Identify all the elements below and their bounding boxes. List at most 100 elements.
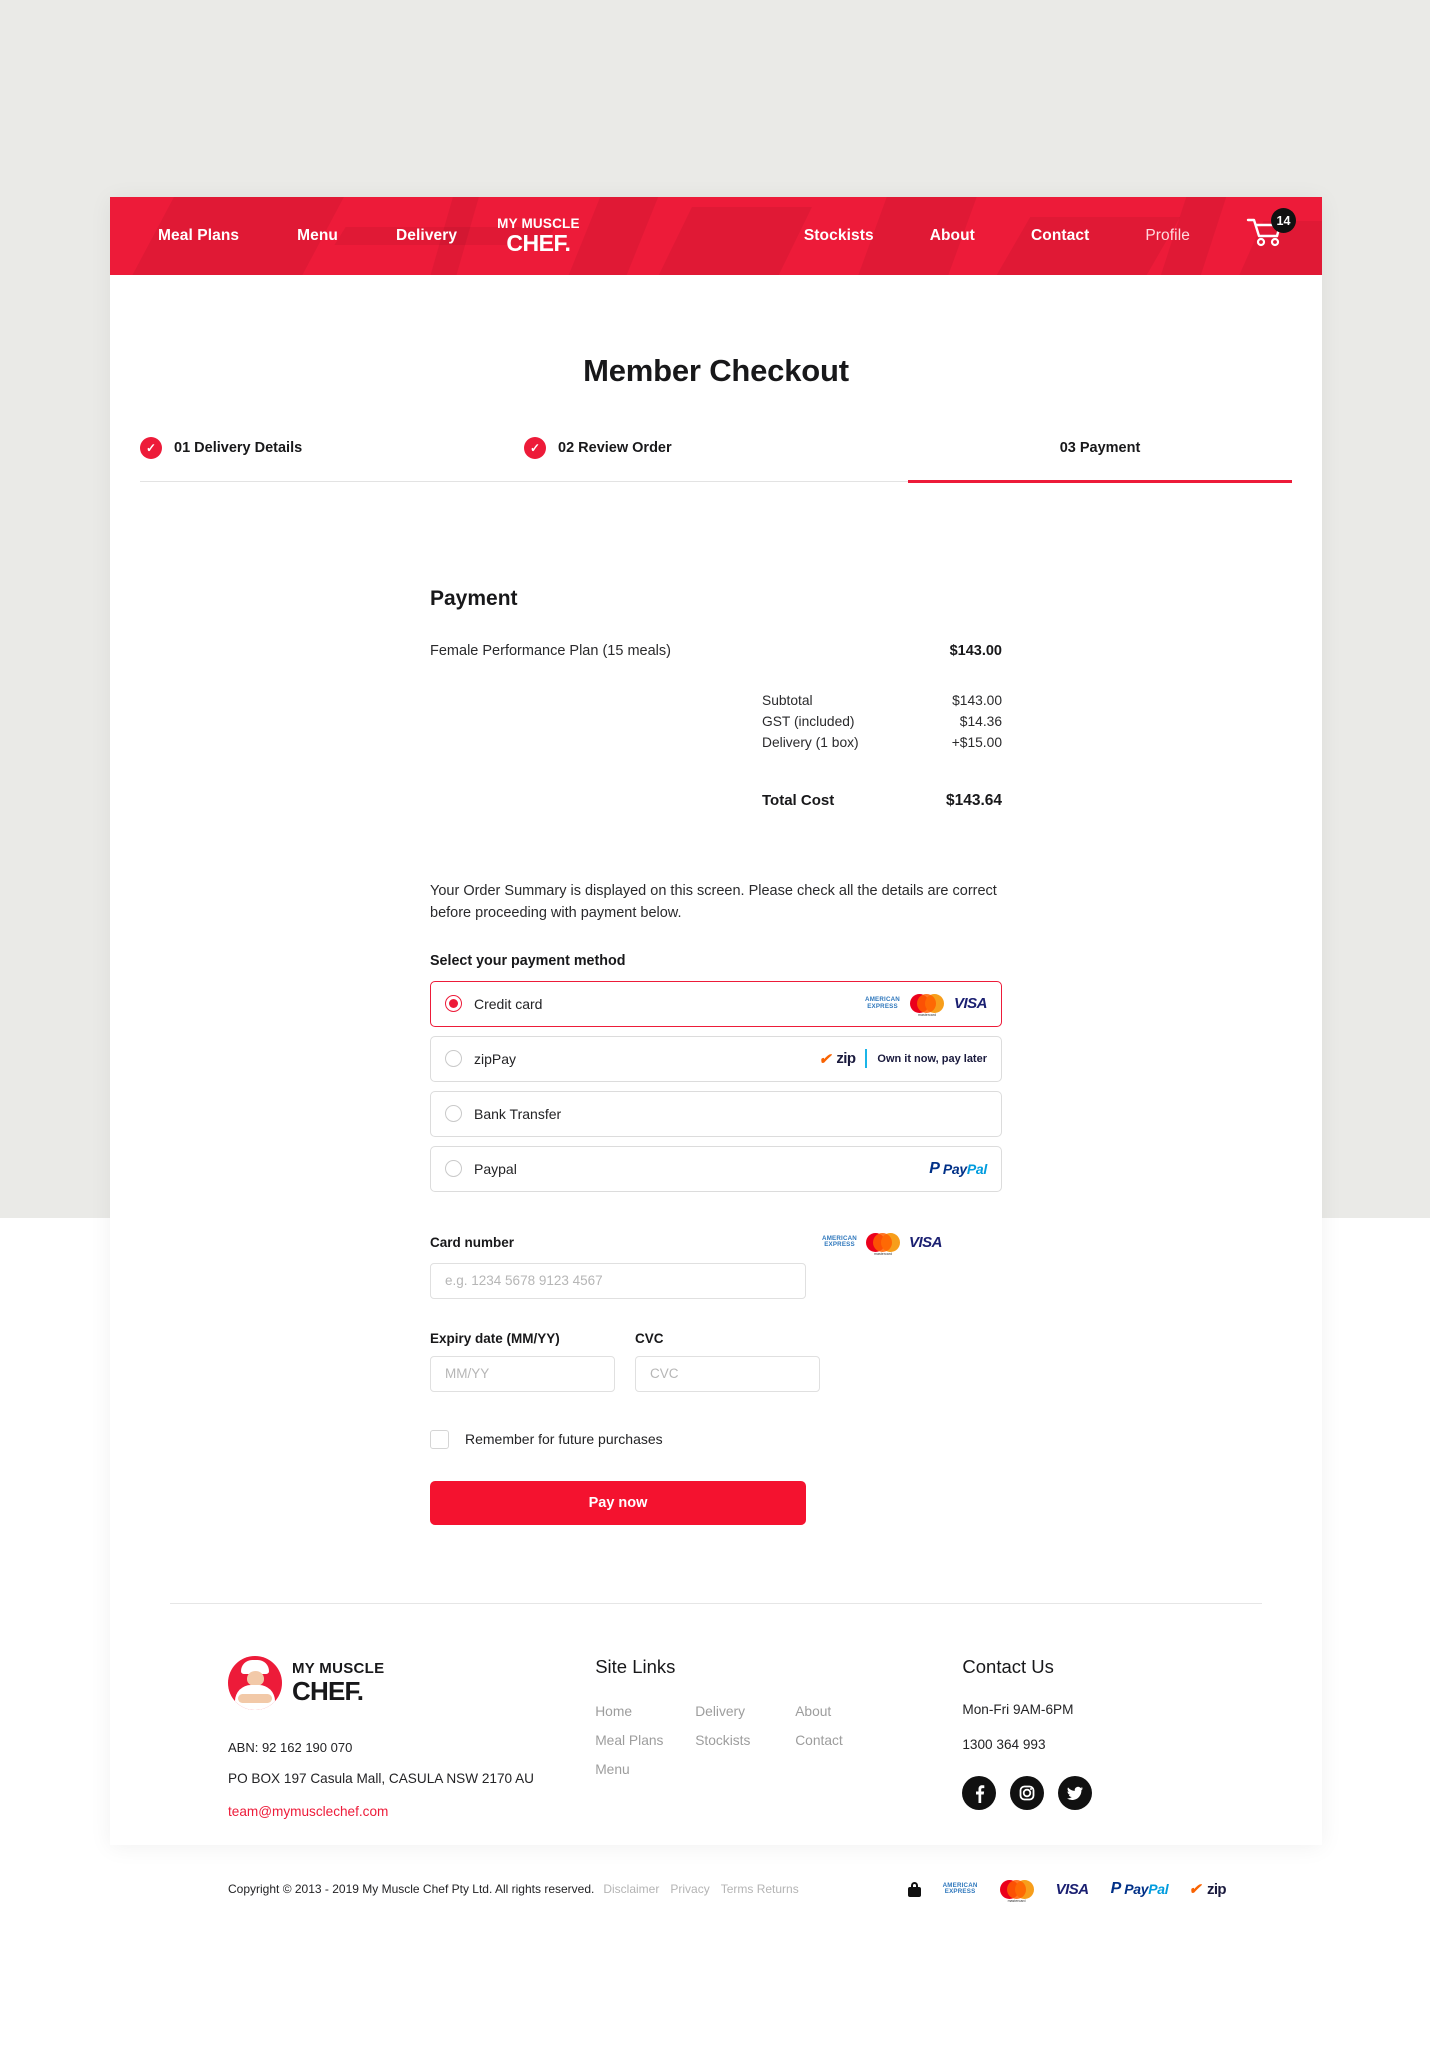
step-review-order[interactable]: ✓ 02 Review Order (524, 437, 908, 481)
totals-label: Delivery (1 box) (762, 735, 859, 750)
footer-address: PO BOX 197 Casula Mall, CASULA NSW 2170 … (228, 1770, 534, 1786)
totals-label: GST (included) (762, 714, 855, 729)
step-complete-icon: ✓ (140, 437, 162, 459)
method-logos: AMERICAN EXPRESS mastercard VISA (865, 993, 988, 1017)
grand-total-row: Total Cost $143.64 (762, 792, 1002, 810)
step-label: 01 Delivery Details (174, 440, 303, 456)
footer-brand-column: MY MUSCLE CHEF. ABN: 92 162 190 070 PO B… (228, 1655, 595, 1821)
mastercard-icon: mastercard (909, 993, 944, 1017)
instagram-icon[interactable] (1010, 1775, 1045, 1810)
card-brand-logos: AMERICAN EXPRESS mastercard VISA (822, 1232, 943, 1256)
zip-tagline: Own it now, pay later (877, 1052, 987, 1065)
twitter-icon[interactable] (1058, 1775, 1093, 1810)
legal-link-terms-returns[interactable]: Terms Returns (721, 1882, 799, 1896)
method-label: Credit card (474, 995, 543, 1012)
totals-row-gst: GST (included) $14.36 (762, 714, 1002, 729)
social-links (962, 1775, 1226, 1810)
footer-site-links-column: Site Links Home Delivery About Meal Plan… (595, 1656, 962, 1821)
step-delivery-details[interactable]: ✓ 01 Delivery Details (140, 437, 524, 481)
footer-email-link[interactable]: team@mymusclechef.com (228, 1804, 388, 1819)
site-footer: MY MUSCLE CHEF. ABN: 92 162 190 070 PO B… (110, 1604, 1322, 1821)
remember-label: Remember for future purchases (465, 1431, 663, 1448)
cart-count-badge: 14 (1271, 208, 1296, 233)
visa-icon: VISA (953, 995, 988, 1013)
paypal-icon: P PayPal (929, 1159, 987, 1177)
footer-logo-line-1: MY MUSCLE (292, 1660, 385, 1678)
site-links-grid: Home Delivery About Meal Plans Stockists… (595, 1704, 962, 1777)
expiry-input[interactable]: MM/YY (430, 1355, 615, 1392)
footer-link-menu[interactable]: Menu (595, 1762, 695, 1777)
grand-total-label: Total Cost (762, 792, 835, 809)
cvc-input[interactable]: CVC (635, 1355, 820, 1392)
step-payment[interactable]: 03 Payment (908, 437, 1292, 483)
footer-logo-line-2: CHEF. (292, 1676, 364, 1707)
chef-mascot-icon (228, 1655, 282, 1710)
paypal-icon: P PayPal (1110, 1880, 1169, 1898)
legal-link-privacy[interactable]: Privacy (670, 1882, 709, 1896)
totals-row-subtotal: Subtotal $143.00 (762, 693, 1002, 708)
payment-method-bank-transfer[interactable]: Bank Transfer (430, 1090, 1002, 1137)
order-totals: Subtotal $143.00 GST (included) $14.36 D… (762, 693, 1002, 810)
radio-bank-transfer[interactable] (445, 1105, 462, 1123)
cart-button[interactable]: 14 (1246, 208, 1296, 256)
footer-contact-column: Contact Us Mon-Fri 9AM-6PM 1300 364 993 (962, 1656, 1226, 1821)
nav-item-delivery[interactable]: Delivery (396, 227, 457, 245)
payment-method-title: Select your payment method (430, 952, 626, 969)
legal-link-disclaimer[interactable]: Disclaimer (603, 1882, 659, 1896)
logo-line-2: CHEF. (506, 229, 571, 256)
nav-item-meal-plans[interactable]: Meal Plans (158, 227, 239, 245)
payment-method-paypal[interactable]: Paypal P PayPal (430, 1145, 1002, 1192)
nav-item-profile[interactable]: Profile (1145, 227, 1190, 245)
order-summary-note: Your Order Summary is displayed on this … (430, 883, 997, 922)
radio-credit-card[interactable] (445, 995, 462, 1013)
method-logos: ✔ zip Own it now, pay later (817, 1049, 987, 1069)
amex-icon: AMERICAN EXPRESS (822, 1234, 857, 1249)
step-label: 03 Payment (1059, 439, 1141, 456)
facebook-icon[interactable] (962, 1775, 997, 1810)
nav-item-stockists[interactable]: Stockists (804, 227, 874, 245)
payment-method-credit-card[interactable]: Credit card AMERICAN EXPRESS mastercard V… (430, 980, 1002, 1027)
pay-now-button[interactable]: Pay now (430, 1480, 806, 1525)
mastercard-icon: mastercard (865, 1232, 900, 1256)
expiry-label: Expiry date (MM/YY) (430, 1330, 560, 1346)
zip-icon: ✔ zip (817, 1050, 856, 1068)
footer-payment-icons: AMERICAN EXPRESS mastercard VISA P PayPal… (907, 1879, 1227, 1903)
card-number-label: Card number (430, 1234, 515, 1250)
legal-links: Disclaimer Privacy Terms Returns (603, 1882, 798, 1896)
remember-checkbox[interactable] (430, 1429, 449, 1449)
step-complete-icon: ✓ (524, 437, 546, 459)
payment-heading: Payment (430, 587, 518, 610)
footer-link-contact[interactable]: Contact (795, 1733, 895, 1748)
contact-heading: Contact Us (962, 1655, 1054, 1677)
footer-link-stockists[interactable]: Stockists (695, 1733, 795, 1748)
visa-icon: VISA (908, 1233, 943, 1251)
copyright-text: Copyright © 2013 - 2019 My Muscle Chef P… (228, 1882, 595, 1897)
contact-hours: Mon-Fri 9AM-6PM (962, 1701, 1074, 1717)
nav-item-about[interactable]: About (930, 227, 975, 245)
footer-link-delivery[interactable]: Delivery (695, 1704, 795, 1719)
divider (865, 1049, 868, 1069)
radio-zippay[interactable] (445, 1050, 462, 1068)
card-number-input[interactable]: e.g. 1234 5678 9123 4567 (430, 1262, 806, 1299)
totals-value: +$15.00 (951, 735, 1002, 750)
method-label: Bank Transfer (474, 1105, 562, 1122)
expiry-group: Expiry date (MM/YY) MM/YY (430, 1331, 615, 1392)
footer-link-home[interactable]: Home (595, 1704, 695, 1719)
lock-icon (907, 1881, 921, 1897)
footer-link-about[interactable]: About (795, 1704, 895, 1719)
site-logo[interactable]: MY MUSCLE CHEF. (497, 217, 580, 255)
footer-link-meal-plans[interactable]: Meal Plans (595, 1733, 695, 1748)
radio-paypal[interactable] (445, 1160, 462, 1178)
payment-section: Payment Female Performance Plan (15 meal… (430, 587, 1002, 1525)
site-links-heading: Site Links (595, 1655, 676, 1677)
line-item-amount: $143.00 (949, 643, 1002, 659)
nav-item-menu[interactable]: Menu (297, 227, 338, 245)
nav-item-contact[interactable]: Contact (1031, 227, 1089, 245)
amex-icon: AMERICAN EXPRESS (865, 996, 900, 1010)
copyright-bar: Copyright © 2013 - 2019 My Muscle Chef P… (110, 1821, 1322, 1903)
grand-total-value: $143.64 (945, 792, 1002, 809)
remember-row[interactable]: Remember for future purchases (430, 1429, 1002, 1449)
payment-method-zippay[interactable]: zipPay ✔ zip Own it now, pay later (430, 1035, 1002, 1082)
footer-abn: ABN: 92 162 190 070 (228, 1739, 353, 1755)
footer-logo[interactable]: MY MUSCLE CHEF. (228, 1655, 595, 1710)
